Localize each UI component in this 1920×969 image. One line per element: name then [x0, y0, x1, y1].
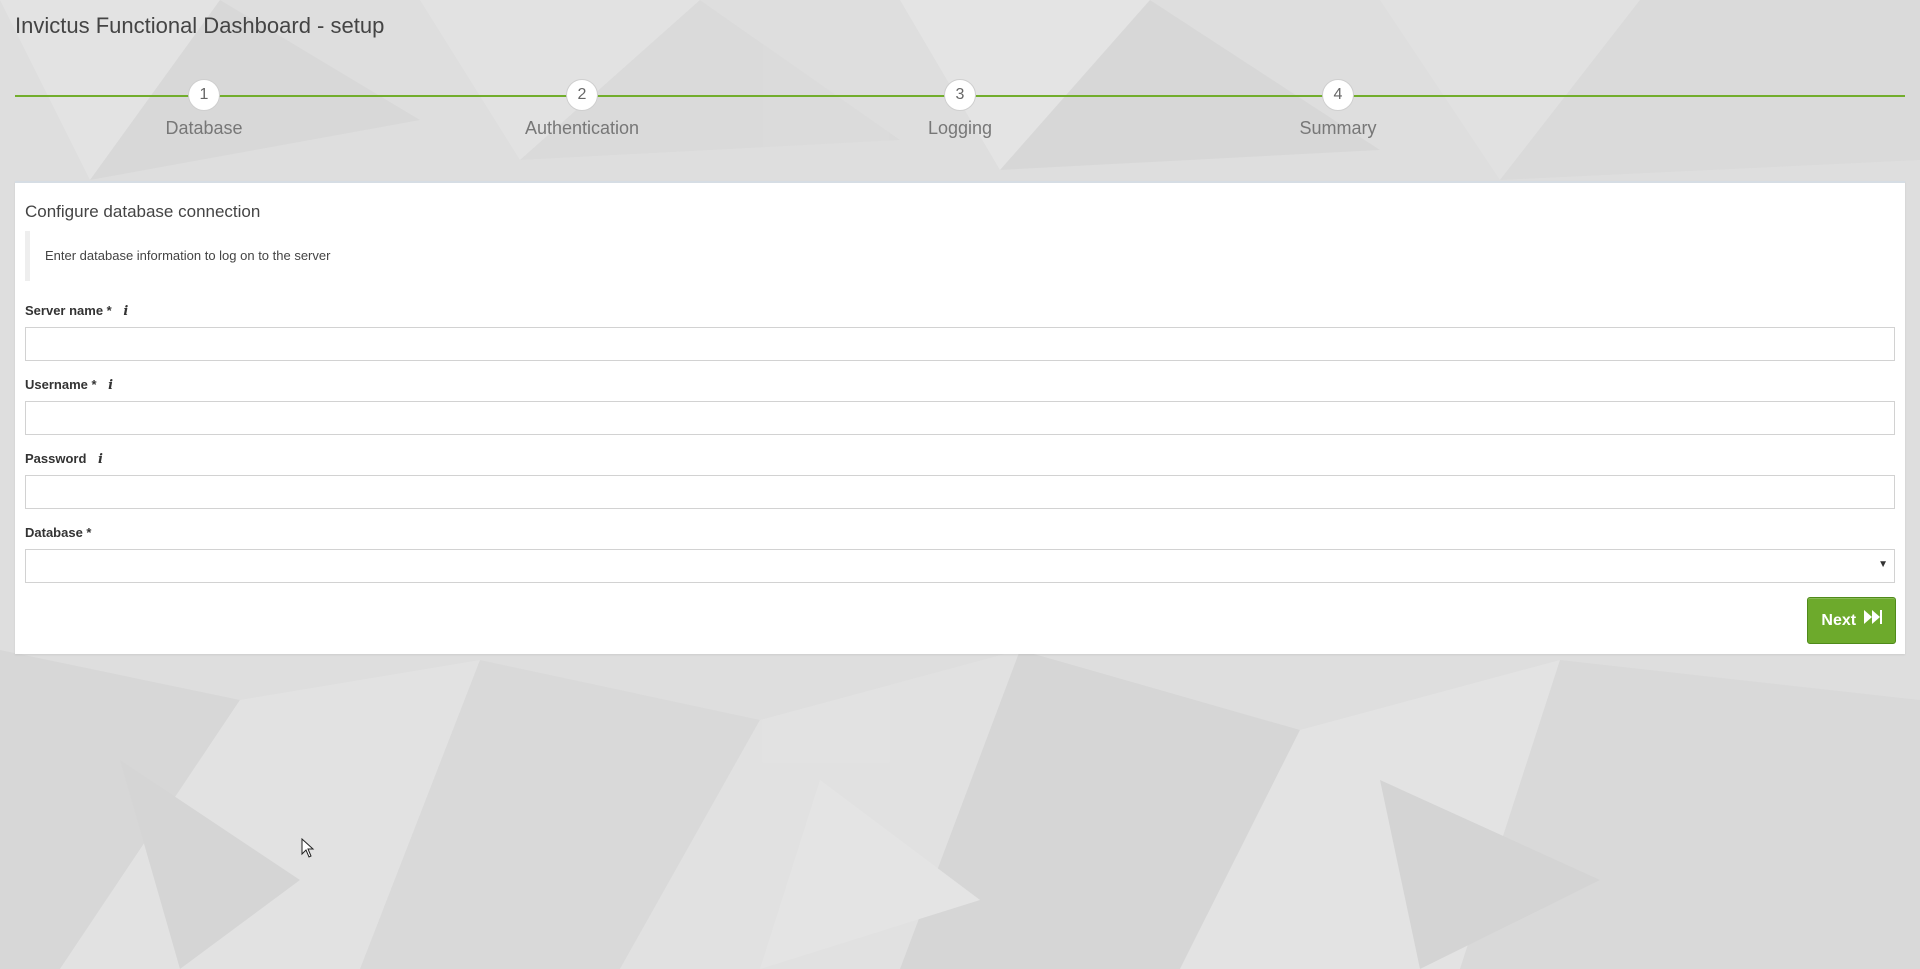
info-icon[interactable]: i — [123, 304, 128, 319]
password-label-text: Password — [25, 451, 87, 466]
info-icon[interactable]: i — [98, 452, 103, 467]
step-number: 3 — [944, 79, 976, 111]
server-name-input[interactable] — [25, 327, 1895, 361]
username-input[interactable] — [25, 401, 1895, 435]
caret-down-icon: ▼ — [1878, 559, 1888, 570]
username-label-text: Username * — [25, 377, 97, 392]
step-authentication[interactable]: 2 Authentication — [482, 76, 682, 139]
database-label-text: Database * — [25, 525, 92, 540]
server-name-label-text: Server name * — [25, 303, 112, 318]
step-number: 4 — [1322, 79, 1354, 111]
database-config-panel: Configure database connection Enter data… — [15, 181, 1905, 654]
step-label: Summary — [1299, 118, 1377, 138]
info-note: Enter database information to log on to … — [25, 231, 385, 281]
step-number: 2 — [566, 79, 598, 111]
step-label: Authentication — [524, 118, 640, 138]
database-label: Database * — [25, 525, 91, 540]
next-button[interactable]: Next — [1807, 597, 1896, 644]
panel-title: Configure database connection — [25, 202, 261, 221]
step-summary[interactable]: 4 Summary — [1238, 76, 1438, 139]
password-input[interactable] — [25, 475, 1895, 509]
server-name-label: Server name * i — [25, 303, 128, 319]
step-number: 1 — [188, 79, 220, 111]
fast-forward-icon — [1863, 597, 1882, 642]
info-icon[interactable]: i — [108, 378, 113, 393]
step-database[interactable]: 1 Database — [104, 76, 304, 139]
step-logging[interactable]: 3 Logging — [860, 76, 1060, 139]
password-label: Password i — [25, 451, 103, 467]
page-title: Invictus Functional Dashboard - setup — [15, 13, 385, 38]
next-button-label: Next — [1821, 612, 1857, 629]
wizard-steps: 1 Database 2 Authentication 3 Logging 4 … — [15, 76, 1905, 146]
username-label: Username * i — [25, 377, 113, 393]
step-label: Logging — [927, 118, 993, 138]
database-select[interactable]: ▼ — [25, 549, 1895, 583]
step-label: Database — [165, 118, 243, 138]
setup-page: Invictus Functional Dashboard - setup 1 … — [0, 0, 1920, 969]
mouse-cursor-icon — [301, 837, 315, 863]
